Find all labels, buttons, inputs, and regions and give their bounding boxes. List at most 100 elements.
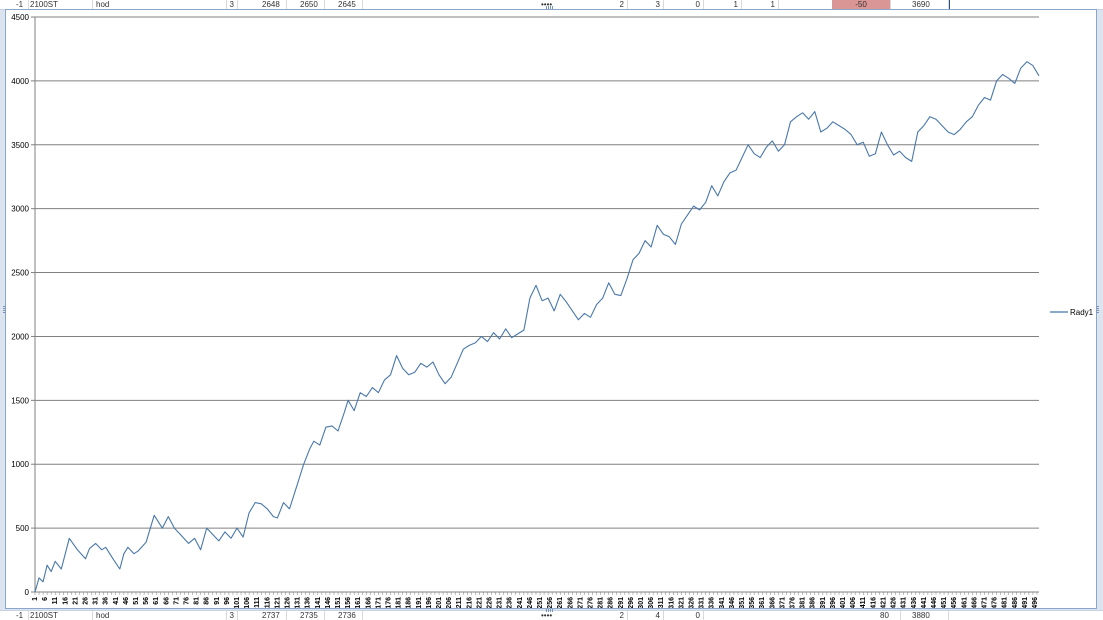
sheet-cell[interactable]: 3	[226, 0, 238, 9]
x-tick-label: 31	[93, 597, 100, 605]
x-tick-label: 306	[648, 597, 655, 608]
x-tick-label: 351	[739, 597, 746, 608]
x-tick-label: 481	[1002, 597, 1009, 608]
x-tick-label: 146	[325, 597, 332, 608]
x-tick-label: 236	[507, 597, 514, 608]
sheet-cell[interactable]: 2645	[338, 0, 363, 9]
x-tick-label: 36	[103, 597, 110, 605]
x-tick-label: 61	[153, 597, 160, 605]
x-tick-label: 86	[204, 597, 211, 605]
y-tick-label: 1000	[11, 460, 29, 469]
x-tick-label: 321	[678, 597, 685, 608]
legend[interactable]: Rady1	[1050, 308, 1094, 317]
y-tick-label: 3500	[11, 141, 29, 150]
y-tick-label: 1500	[11, 396, 29, 405]
sheet-cell[interactable]: 2100ST	[30, 0, 93, 9]
sheet-cell[interactable]: 2648	[262, 0, 287, 9]
resize-handle-bottom[interactable]	[546, 609, 553, 612]
line-chart[interactable]: 050010001500200025003000350040004500 161…	[6, 10, 1096, 608]
y-tick-label: 500	[16, 524, 30, 533]
y-axis-ticks: 0 500 1000 1500 2000 2500 3000 3500 4000 4500	[11, 13, 35, 597]
x-tick-label: 271	[577, 597, 584, 608]
x-tick-label: 286	[608, 597, 615, 608]
x-tick-label: 266	[567, 597, 574, 608]
legend-label: Rady1	[1070, 308, 1094, 317]
x-tick-label: 136	[305, 597, 312, 608]
sheet-cell[interactable]: 3	[650, 0, 664, 9]
x-tick-label: 141	[315, 597, 322, 608]
chart-object[interactable]: 0 500 1000 1500 2000 2500 3000 3500 4000 4500 161…	[3, 6, 1099, 612]
x-tick-label: 326	[689, 597, 696, 608]
x-tick-label: 201	[436, 597, 443, 608]
x-tick-label: 291	[618, 597, 625, 608]
x-tick-label: 66	[163, 597, 170, 605]
x-tick-label: 101	[234, 597, 241, 608]
x-tick-label: 206	[446, 597, 453, 608]
sheet-cell[interactable]: ••••	[541, 0, 567, 9]
sheet-cell[interactable]: 0	[690, 0, 704, 9]
x-tick-label: 246	[527, 597, 534, 608]
x-tick-label: 491	[1022, 597, 1029, 608]
sheet-cell[interactable]: 2650	[300, 0, 325, 9]
y-tick-label: 4000	[11, 77, 29, 86]
sheet-cell-highlight[interactable]: -50	[832, 0, 891, 9]
x-tick-label: 106	[244, 597, 251, 608]
series-layer	[34, 61, 1040, 593]
y-tick-label: 4500	[11, 13, 29, 22]
series-line	[34, 61, 1040, 593]
x-tick-label: 1	[32, 597, 39, 601]
cell-selection-edge	[949, 0, 950, 9]
x-tick-label: 446	[931, 597, 938, 608]
x-tick-label: 401	[840, 597, 847, 608]
x-tick-label: 316	[668, 597, 675, 608]
x-tick-label: 386	[810, 597, 817, 608]
x-tick-label: 381	[800, 597, 807, 608]
x-tick-label: 16	[62, 597, 69, 605]
x-tick-label: 111	[254, 597, 261, 608]
x-tick-label: 171	[375, 597, 382, 608]
x-tick-label: 151	[335, 597, 342, 608]
x-tick-label: 436	[911, 597, 918, 608]
x-tick-label: 71	[173, 597, 180, 605]
x-tick-label: 56	[143, 597, 150, 605]
sheet-cell[interactable]: 2	[614, 0, 628, 9]
gridlines	[35, 16, 1039, 529]
x-tick-label: 301	[638, 597, 645, 608]
x-tick-label: 196	[426, 597, 433, 608]
x-tick-label: 431	[901, 597, 908, 608]
x-tick-label: 426	[891, 597, 898, 608]
x-tick-label: 356	[749, 597, 756, 608]
x-tick-label: 256	[547, 597, 554, 608]
x-tick-label: 191	[416, 597, 423, 608]
x-tick-label: 311	[658, 597, 665, 608]
sheet-cell[interactable]: -1	[16, 0, 29, 9]
x-tick-label: 466	[971, 597, 978, 608]
x-tick-label: 156	[345, 597, 352, 608]
x-tick-label: 126	[285, 597, 292, 608]
x-tick-label: 226	[487, 597, 494, 608]
sheet-cell[interactable]: 1	[765, 0, 779, 9]
sheet-cell[interactable]: 3690	[912, 0, 949, 9]
x-tick-label: 486	[1012, 597, 1019, 608]
x-tick-label: 121	[274, 597, 281, 608]
x-tick-label: 241	[517, 597, 524, 608]
x-tick-label: 281	[598, 597, 605, 608]
y-tick-label: 2000	[11, 332, 29, 341]
x-tick-label: 361	[759, 597, 766, 608]
sheet-cell[interactable]: hod	[96, 0, 227, 9]
x-tick-label: 11	[52, 597, 59, 605]
x-tick-label: 456	[951, 597, 958, 608]
sheet-cell[interactable]: 1	[728, 0, 742, 9]
resize-handle-right[interactable]	[1096, 306, 1099, 313]
x-tick-label: 166	[365, 597, 372, 608]
resize-handle-top[interactable]	[546, 6, 553, 9]
x-tick-label: 421	[880, 597, 887, 608]
x-tick-label: 276	[588, 597, 595, 608]
x-tick-label: 331	[699, 597, 706, 608]
x-tick-label: 391	[820, 597, 827, 608]
x-tick-label: 461	[961, 597, 968, 608]
x-tick-label: 371	[779, 597, 786, 608]
x-tick-label: 176	[386, 597, 393, 608]
x-tick-label: 51	[133, 597, 140, 605]
x-tick-label: 496	[1032, 597, 1039, 608]
